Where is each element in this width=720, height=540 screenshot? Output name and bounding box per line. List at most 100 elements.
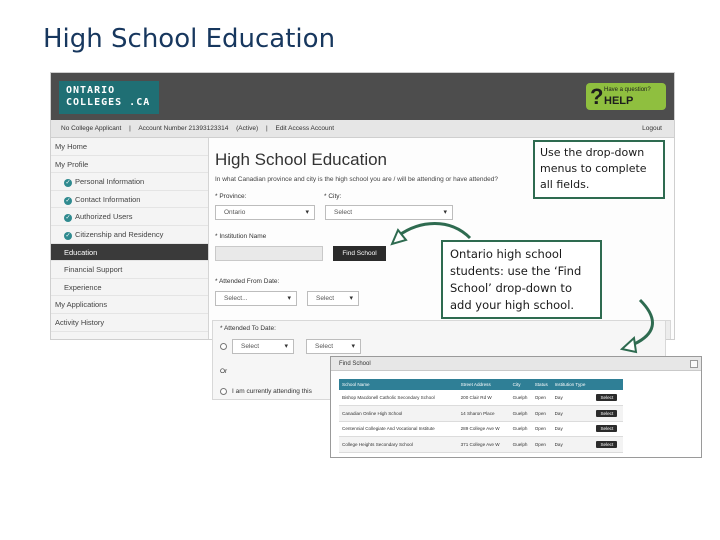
sidebar-item-label: My Applications [55, 300, 108, 310]
currently-attending-radio[interactable] [220, 388, 227, 395]
logo-line-1: ONTARIO [66, 85, 116, 96]
column-header: Institution Type [551, 379, 594, 390]
type-cell: Day [551, 390, 594, 406]
sidebar-item-education[interactable]: Education [51, 243, 208, 262]
close-icon[interactable] [690, 360, 698, 368]
table-row: College Heights Secondary School 371 Col… [339, 436, 623, 453]
city-cell: Guelph [509, 405, 532, 422]
city-cell: Guelph [509, 390, 532, 406]
select-school-button[interactable]: Select [596, 409, 618, 417]
account-bar: No College Applicant | Account Number 21… [51, 120, 674, 138]
sidebar-item-contact-information[interactable]: ✓ Contact Information [51, 191, 208, 209]
type-cell: Day [551, 405, 594, 422]
province-select[interactable]: Ontario [215, 205, 315, 220]
sidebar-item-personal-information[interactable]: ✓ Personal Information [51, 173, 208, 191]
page-title: High School Education [215, 150, 388, 169]
find-school-tip-callout: Ontario high school students: use the ‘F… [441, 240, 602, 319]
column-header: School Name [339, 379, 458, 390]
dropdown-tip-callout: Use the drop-down menus to complete all … [533, 140, 665, 199]
site-header: ONTARIO COLLEGES .CA ? Have a question? … [51, 73, 674, 120]
to-year-value: Select [315, 343, 334, 350]
city-value: Select [334, 209, 353, 216]
sidebar-item-authorized-users[interactable]: ✓ Authorized Users [51, 208, 208, 226]
school-name-cell: Bishop Macdonell Catholic Secondary Scho… [339, 390, 458, 406]
table-row: Centennial Collegiate And Vocational Ins… [339, 421, 623, 437]
city-cell: Guelph [509, 421, 532, 437]
sidebar-item-citizenship[interactable]: ✓ Citizenship and Residency [51, 226, 208, 244]
popup-title: Find School [339, 361, 371, 367]
status-cell: Open [531, 421, 552, 437]
help-button[interactable]: ? Have a question? HELP [586, 83, 666, 110]
account-number: Account Number 21393123314 [138, 125, 229, 132]
column-header: Street Address [457, 379, 510, 390]
from-year-value: Select [316, 295, 335, 302]
province-value: Ontario [224, 209, 246, 216]
sidebar-item-label: Financial Support [64, 265, 123, 275]
address-cell: 200 Clair Rd W [457, 390, 510, 406]
from-month-select[interactable]: Select... [215, 291, 297, 306]
city-cell: Guelph [509, 436, 532, 453]
sidebar-item-experience[interactable]: Experience [51, 279, 208, 297]
status-cell: Open [531, 436, 552, 453]
sidebar-item-label: Authorized Users [75, 212, 133, 222]
account-separator: | [129, 125, 131, 132]
edit-account-link[interactable]: Edit Access Account [275, 125, 334, 132]
address-cell: 371 College Ave W [457, 436, 510, 453]
ontario-colleges-logo[interactable]: ONTARIO COLLEGES .CA [59, 81, 159, 114]
sidebar-item-label: Education [64, 247, 98, 257]
sidebar-item-financial-support[interactable]: Financial Support [51, 261, 208, 279]
to-year-select[interactable]: Select [306, 339, 361, 354]
sidebar-item-my-home[interactable]: My Home [51, 138, 208, 156]
table-header-row: School Name Street Address City Status I… [339, 379, 623, 390]
sidebar-item-label: Experience [64, 282, 102, 292]
logo-line-2: COLLEGES .CA [66, 97, 151, 108]
logout-link[interactable]: Logout [642, 125, 662, 132]
sidebar: My Home My Profile ✓ Personal Information… [51, 138, 209, 339]
select-school-button[interactable]: Select [596, 394, 618, 401]
status-cell: Open [531, 390, 552, 406]
slide-title: High School Education [43, 24, 336, 54]
school-results-table: School Name Street Address City Status I… [339, 379, 623, 453]
institution-input[interactable] [215, 246, 323, 261]
address-cell: 289 College Ave W [457, 421, 510, 437]
attended-to-radio[interactable] [220, 343, 227, 350]
sidebar-item-my-applications[interactable]: My Applications [51, 296, 208, 314]
school-name-cell: Centennial Collegiate And Vocational Ins… [339, 421, 458, 437]
select-school-button[interactable]: Select [596, 440, 618, 448]
city-select[interactable]: Select [325, 205, 453, 220]
applicant-name: No College Applicant [61, 125, 122, 132]
account-separator: | [265, 125, 268, 132]
help-label: HELP [604, 95, 634, 107]
sidebar-item-my-profile[interactable]: My Profile [51, 156, 208, 174]
sidebar-item-label: Personal Information [75, 177, 145, 187]
sidebar-item-label: My Profile [55, 159, 89, 169]
column-header: City [509, 379, 532, 390]
province-label: * Province: [215, 193, 247, 200]
checkmark-icon: ✓ [64, 179, 72, 188]
help-subtext: Have a question? [604, 87, 651, 93]
province-city-prompt: In what Canadian province and city is th… [215, 176, 498, 183]
from-month-value: Select... [224, 295, 248, 302]
to-month-value: Select [241, 343, 260, 350]
type-cell: Day [551, 436, 594, 453]
find-school-button[interactable]: Find School [333, 246, 386, 261]
column-header: Status [531, 379, 552, 390]
from-year-select[interactable]: Select [307, 291, 359, 306]
attended-from-label: * Attended From Date: [215, 278, 280, 285]
find-school-popup: Find School School Name Street Address C… [330, 356, 702, 458]
sidebar-item-label: Contact Information [75, 194, 141, 204]
attended-to-label-full: * Attended To Date: [220, 325, 276, 332]
question-mark-icon: ? [590, 84, 604, 109]
checkmark-icon: ✓ [64, 214, 72, 223]
sidebar-item-activity-history[interactable]: Activity History [51, 314, 208, 332]
popup-header: Find School [331, 357, 701, 371]
account-status: (Active) [236, 125, 259, 132]
sidebar-item-label: My Home [55, 142, 88, 151]
status-cell: Open [531, 405, 552, 422]
school-name-cell: Canadian Online High School [339, 405, 458, 422]
type-cell: Day [551, 421, 594, 437]
to-month-select[interactable]: Select [232, 339, 294, 354]
school-name-cell: College Heights Secondary School [339, 436, 458, 453]
select-school-button[interactable]: Select [596, 425, 618, 433]
table-row: Bishop Macdonell Catholic Secondary Scho… [339, 390, 623, 406]
